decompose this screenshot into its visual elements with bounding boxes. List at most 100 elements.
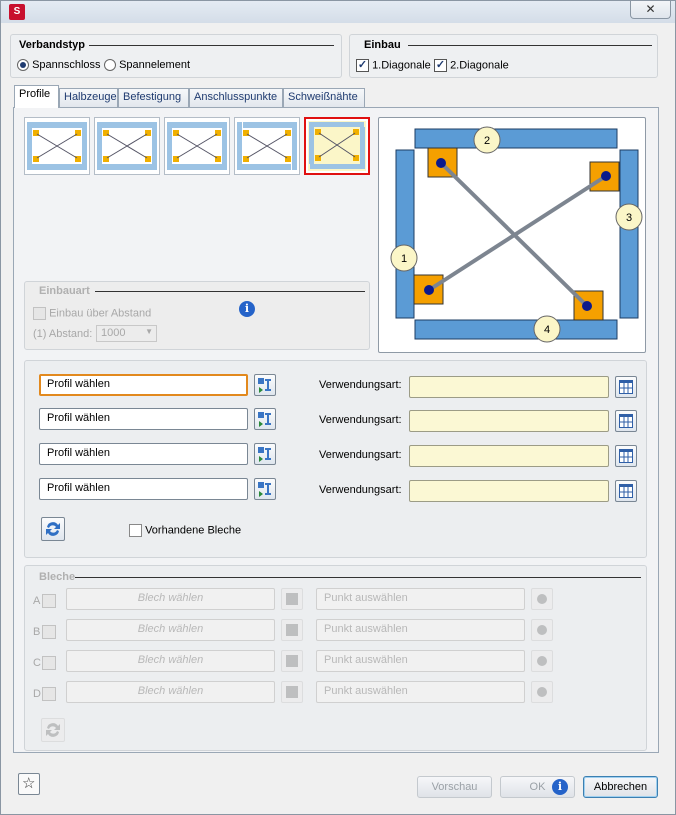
table-icon [619,449,633,463]
checkbox-einbau-abstand[interactable]: Einbau über Abstand [33,307,151,320]
punkt-input-c[interactable]: Punkt auswählen [316,650,525,672]
refresh-icon [46,723,60,737]
checkbox-unchecked-icon[interactable] [33,307,46,320]
usage-table-button-2[interactable] [615,410,637,432]
radio-spannschloss-label: Spannschloss [32,59,101,71]
app-logo-icon: S [9,4,25,20]
tab-schweissnaehte[interactable]: Schweißnähte [283,88,365,107]
variant-2-icon [97,122,157,170]
usage-table-button-4[interactable] [615,480,637,502]
profile-input-1[interactable]: Profil wählen [39,374,248,396]
radio-unselected-icon[interactable] [104,59,116,72]
variant-thumbnail-1[interactable] [24,117,90,175]
checkbox-diagonale-1[interactable]: ✓ 1.Diagonale [356,59,431,72]
profile-input-3[interactable]: Profil wählen [39,443,248,465]
blech-input-a[interactable]: Blech wählen [66,588,275,610]
einbauart-title: Einbauart [39,285,90,297]
favorites-button[interactable]: ☆ [18,773,40,795]
bleche-letter-a: A [33,595,41,607]
radio-selected-icon[interactable] [17,59,29,72]
preview-diagram-svg: 1 2 3 4 [390,126,643,343]
variant-thumbnail-2[interactable] [94,117,160,175]
pick-punkt-button-d[interactable] [531,681,553,703]
checkbox-blech-b[interactable] [42,625,56,639]
bleche-letter-d: D [33,688,41,700]
pick-blech-button-b[interactable] [281,619,303,641]
pick-punkt-button-a[interactable] [531,588,553,610]
pick-profile-button-2[interactable] [254,408,276,430]
marker-3-label: 3 [626,212,632,224]
marker-4-label: 4 [544,324,550,336]
variant-thumbnail-3[interactable] [164,117,230,175]
checkbox-diagonale-2[interactable]: ✓ 2.Diagonale [434,59,509,72]
usage-table-button-3[interactable] [615,445,637,467]
tab-profile[interactable]: Profile [14,85,59,108]
radio-spannelement[interactable]: Spannelement [104,59,190,72]
usage-input-4[interactable] [409,480,609,502]
profile-input-2[interactable]: Profil wählen [39,408,248,430]
usage-input-3[interactable] [409,445,609,467]
pick-profile-button-3[interactable] [254,443,276,465]
tab-halbzeuge[interactable]: Halbzeuge [59,88,118,107]
pick-blech-icon [286,593,298,605]
usage-label-3: Verwendungsart: [319,449,402,461]
profile-input-4[interactable]: Profil wählen [39,478,248,500]
punkt-input-d[interactable]: Punkt auswählen [316,681,525,703]
checkbox-diagonale-2-label: 2.Diagonale [450,59,509,72]
abstand-value: 1000 [101,327,126,339]
pick-punkt-button-b[interactable] [531,619,553,641]
abstand-select[interactable]: 1000 ▼ [96,325,157,342]
checkbox-blech-d[interactable] [42,687,56,701]
tab-anschlusspunkte[interactable]: Anschlusspunkte [189,88,283,107]
blech-input-c[interactable]: Blech wählen [66,650,275,672]
checkbox-unchecked-icon[interactable] [129,524,142,537]
usage-input-2[interactable] [409,410,609,432]
close-button[interactable]: ✕ [630,1,671,19]
variant-thumbnail-4[interactable] [234,117,300,175]
pick-blech-icon [286,655,298,667]
punkt-input-a[interactable]: Punkt auswählen [316,588,525,610]
vorschau-button[interactable]: Vorschau [417,776,492,798]
info-icon[interactable]: i [239,301,255,317]
pick-blech-button-d[interactable] [281,681,303,703]
pick-blech-button-a[interactable] [281,588,303,610]
variant-4-icon [237,122,297,170]
verbandstyp-title: Verbandstyp [19,39,86,51]
checkbox-vorhandene-bleche[interactable]: Vorhandene Bleche [129,524,241,537]
preview-diagram: 1 2 3 4 [378,117,646,353]
tab-befestigung[interactable]: Befestigung [118,88,189,107]
blech-input-b[interactable]: Blech wählen [66,619,275,641]
pick-profile-button-4[interactable] [254,478,276,500]
pick-profile-icon [258,482,271,497]
abbrechen-button[interactable]: Abbrechen [583,776,658,798]
variant-3-icon [167,122,227,170]
pick-point-icon [537,656,547,666]
checkbox-blech-a[interactable] [42,594,56,608]
info-icon: i [552,779,568,795]
marker-1-label: 1 [401,253,407,265]
checkbox-checked-icon[interactable]: ✓ [356,59,369,72]
ok-button[interactable]: OK i [500,776,575,798]
pick-profile-icon [258,412,271,427]
punkt-input-b[interactable]: Punkt auswählen [316,619,525,641]
divider [408,45,652,46]
usage-input-1[interactable] [409,376,609,398]
pick-blech-button-c[interactable] [281,650,303,672]
ok-button-label: OK [529,781,546,793]
pick-profile-button-1[interactable] [254,374,276,396]
einbauart-group: Einbauart Einbau über Abstand i (1) Abst… [24,281,370,350]
checkbox-checked-icon[interactable]: ✓ [434,59,447,72]
refresh-button[interactable] [41,517,65,541]
pick-punkt-button-c[interactable] [531,650,553,672]
variant-5-icon [308,121,366,171]
variant-thumbnail-5-selected[interactable] [304,117,370,175]
abstand-label: (1) Abstand: [33,328,93,340]
radio-spannschloss[interactable]: Spannschloss [17,59,101,72]
blech-input-d[interactable]: Blech wählen [66,681,275,703]
usage-table-button-1[interactable] [615,376,637,398]
pick-blech-icon [286,686,298,698]
usage-label-1: Verwendungsart: [319,379,402,391]
checkbox-blech-c[interactable] [42,656,56,670]
refresh-bleche-button[interactable] [41,718,65,742]
divider [95,291,365,292]
